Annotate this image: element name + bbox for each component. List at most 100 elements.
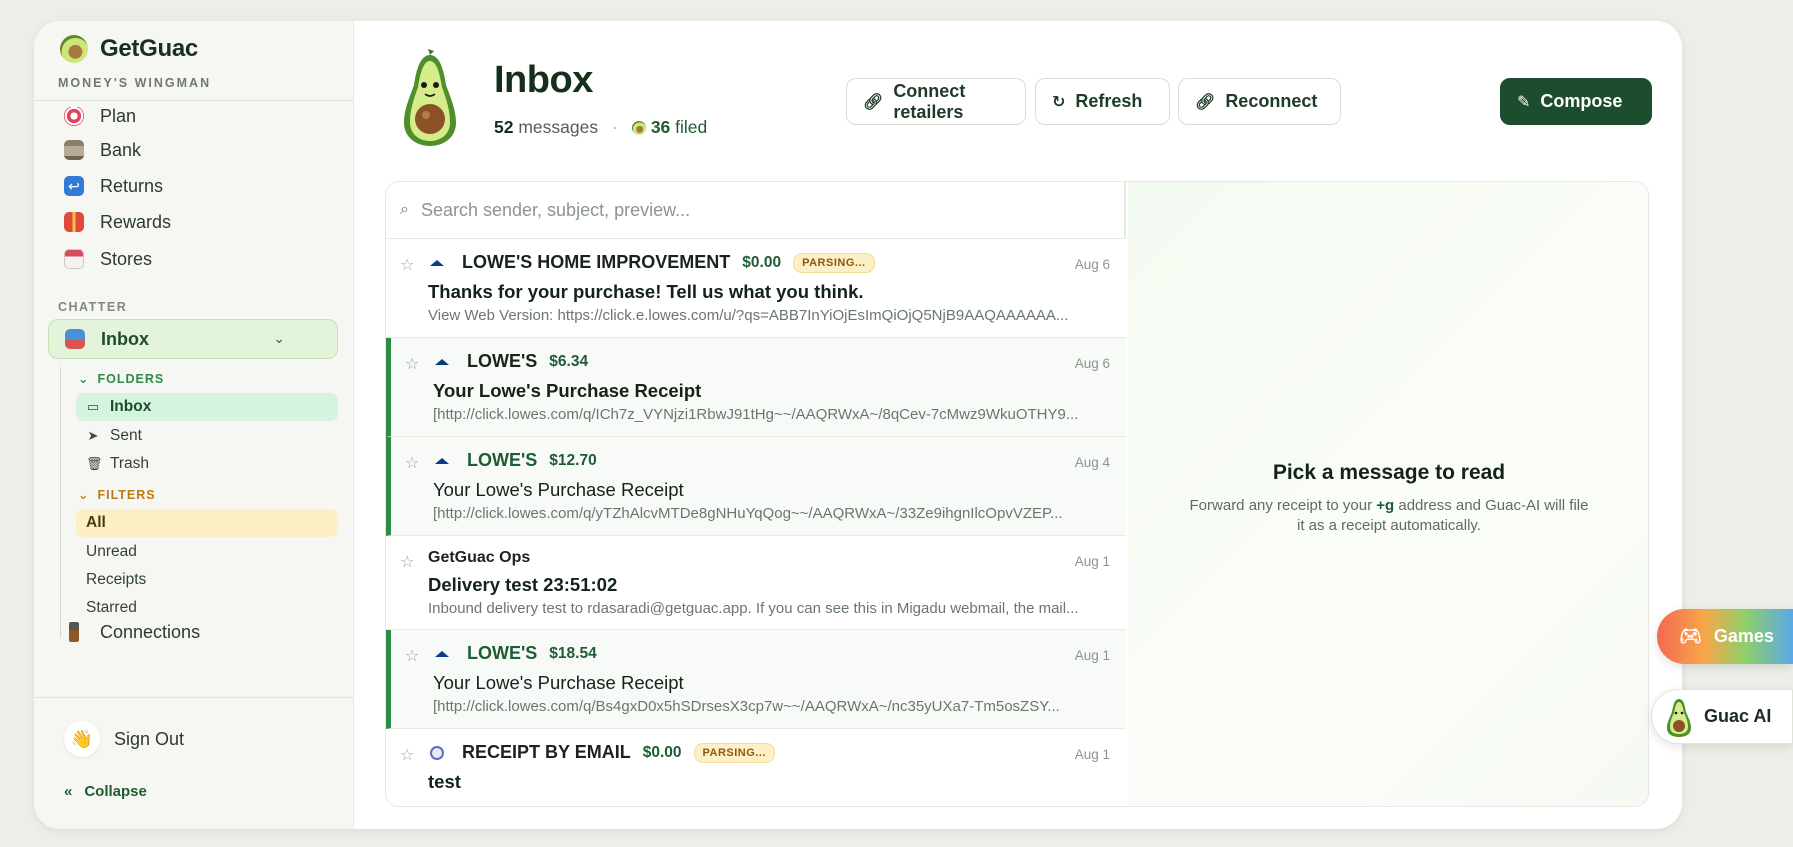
filters-label: FILTERS <box>97 487 156 502</box>
subject: Your Lowe's Purchase Receipt <box>433 380 702 401</box>
sidebar-item-connections[interactable]: Connections <box>64 617 200 647</box>
amount: $6.34 <box>549 352 589 370</box>
sign-out-button[interactable]: 👋 Sign Out <box>64 721 184 757</box>
collapse-button[interactable]: « Collapse <box>64 783 147 800</box>
search-icon: ⌕ <box>400 201 409 218</box>
double-chevron-left-icon: « <box>64 783 73 800</box>
plus-address-code: +g <box>1376 497 1395 514</box>
guac-ai-button[interactable]: Guac AI <box>1651 689 1793 744</box>
mailbox-icon <box>65 329 85 349</box>
inbox-tray-icon: ▭ <box>86 399 100 414</box>
date: Aug 4 <box>1074 455 1110 470</box>
filed-count: 36 <box>650 117 671 137</box>
star-icon[interactable]: ☆ <box>405 354 419 374</box>
sidebar-item-rewards[interactable]: Rewards <box>64 207 171 237</box>
tree-line <box>60 367 64 637</box>
filter-receipts[interactable]: Receipts <box>76 566 338 594</box>
sender: LOWE'S $18.54 <box>467 643 597 664</box>
folder-inbox[interactable]: ▭ Inbox <box>76 393 338 421</box>
star-icon[interactable]: ☆ <box>400 745 414 765</box>
compose-button[interactable]: ✎ Compose <box>1500 78 1652 125</box>
sidebar-item-label: Rewards <box>100 211 172 232</box>
preview: Inbound delivery test to rdasaradi@getgu… <box>428 600 1079 617</box>
filed-word: filed <box>675 117 708 137</box>
filter-unread[interactable]: Unread <box>76 538 338 566</box>
sender-name: GetGuac Ops <box>428 549 531 566</box>
message-row[interactable]: ☆ RECEIPT BY EMAIL $0.00 PARSING... Aug … <box>386 729 1126 806</box>
message-row[interactable]: ☆ LOWE'S HOME IMPROVEMENT $0.00 PARSING.… <box>386 239 1126 338</box>
sidebar-item-plan[interactable]: Plan <box>64 107 136 131</box>
avocado-mascot-icon <box>1667 698 1691 737</box>
folder-label: Sent <box>110 427 142 444</box>
button-label: Compose <box>1540 91 1623 111</box>
folder-label: Trash <box>110 455 150 472</box>
lowes-logo-icon <box>435 359 449 365</box>
sender: LOWE'S HOME IMPROVEMENT $0.00 PARSING... <box>462 252 875 273</box>
sender-name: LOWE'S HOME IMPROVEMENT <box>462 252 731 272</box>
refresh-button[interactable]: ↻ Refresh <box>1035 78 1170 125</box>
reading-pane: Pick a message to read Forward any recei… <box>1128 182 1648 806</box>
sidebar-item-bank[interactable]: Bank <box>64 135 141 165</box>
brand-tagline: MONEY'S WINGMAN <box>58 76 212 90</box>
avocado-logo-icon <box>60 35 88 63</box>
folder-trash[interactable]: 🗑 Trash <box>76 450 338 478</box>
globe-icon <box>430 746 444 760</box>
brand[interactable]: GetGuac <box>60 35 198 63</box>
filter-label: Unread <box>86 543 137 560</box>
target-icon <box>64 107 84 126</box>
filed-stat: 36 filed <box>631 117 708 138</box>
sender: LOWE'S $12.70 <box>467 450 597 471</box>
amount: $0.00 <box>742 253 782 271</box>
filter-all[interactable]: All <box>76 509 338 537</box>
button-label: Guac AI <box>1704 706 1772 726</box>
waving-hand-icon: 👋 <box>64 721 100 757</box>
lowes-logo-icon <box>430 260 444 266</box>
sender: GetGuac Ops <box>428 549 530 567</box>
trash-icon: 🗑 <box>86 456 103 471</box>
preview: View Web Version: https://click.e.lowes.… <box>428 307 1069 324</box>
star-icon[interactable]: ☆ <box>400 552 414 572</box>
empty-state-title: Pick a message to read <box>1272 461 1506 484</box>
sign-out-label: Sign Out <box>114 728 185 749</box>
message-row[interactable]: ☆ LOWE'S $6.34 Aug 6 Your Lowe's Purchas… <box>386 338 1126 437</box>
games-button[interactable]: 🎮︎ Games <box>1657 609 1793 664</box>
reconnect-button[interactable]: 🔗︎ Reconnect <box>1178 78 1341 125</box>
sidebar-item-label: Stores <box>100 248 153 269</box>
filters-toggle[interactable]: ⌄ FILTERS <box>78 487 156 503</box>
folder-label: Inbox <box>110 398 152 415</box>
sidebar-item-label: Connections <box>100 621 201 642</box>
divider <box>34 100 354 101</box>
subject: Thanks for your purchase! Tell us what y… <box>428 281 864 302</box>
sidebar-item-inbox[interactable]: Inbox ⌄ <box>48 319 338 359</box>
gamepad-icon: 🎮︎ <box>1679 626 1702 646</box>
subject: Your Lowe's Purchase Receipt <box>433 672 684 693</box>
preview: [http://click.lowes.com/q/ICh7z_VYNjzi1R… <box>433 406 1079 423</box>
button-label: Games <box>1713 626 1774 646</box>
sidebar-item-stores[interactable]: Stores <box>64 244 152 274</box>
message-row[interactable]: ☆ LOWE'S $12.70 Aug 4 Your Lowe's Purcha… <box>386 437 1126 536</box>
message-row[interactable]: ☆ GetGuac Ops Aug 1 Delivery test 23:51:… <box>386 536 1126 630</box>
store-icon <box>64 249 84 269</box>
connect-retailers-button[interactable]: 🔗︎ Connect retailers <box>846 78 1026 125</box>
star-icon[interactable]: ☆ <box>400 255 414 275</box>
folders-toggle[interactable]: ⌄ FOLDERS <box>78 371 164 387</box>
link-icon: 🔗︎ <box>863 93 884 111</box>
gift-icon <box>64 212 84 232</box>
sender-name: LOWE'S <box>467 643 538 663</box>
star-icon[interactable]: ☆ <box>405 646 419 666</box>
sidebar: GetGuac MONEY'S WINGMAN Plan Bank ↩ Retu… <box>34 21 354 829</box>
plug-icon <box>69 622 79 642</box>
date: Aug 1 <box>1074 554 1110 569</box>
lowes-logo-icon <box>435 651 449 657</box>
button-label: Refresh <box>1075 91 1143 111</box>
sender-name: LOWE'S <box>467 351 538 371</box>
filter-label: Starred <box>86 599 137 616</box>
sidebar-item-returns[interactable]: ↩ Returns <box>64 171 163 201</box>
star-icon[interactable]: ☆ <box>405 453 419 473</box>
chevron-down-icon[interactable]: ⌄ <box>273 330 285 347</box>
search-input[interactable] <box>420 199 1071 221</box>
date: Aug 6 <box>1074 356 1110 371</box>
message-list: ⌕ ☆ LOWE'S HOME IMPROVEMENT $0.00 PARSIN… <box>386 182 1126 806</box>
folder-sent[interactable]: ➤ Sent <box>76 422 338 450</box>
message-row[interactable]: ☆ LOWE'S $18.54 Aug 1 Your Lowe's Purcha… <box>386 630 1126 729</box>
